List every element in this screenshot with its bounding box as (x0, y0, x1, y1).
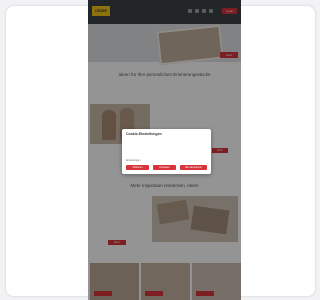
customize-button-label: Anpassen (159, 166, 170, 169)
settings-link[interactable]: Einstellungen (126, 159, 140, 162)
reject-button[interactable]: Ablehnen (126, 165, 149, 170)
accept-all-button-label: Alle akzeptieren (184, 166, 202, 169)
cookie-consent-dialog: Cookie-Einstellungen Einstellungen Ableh… (122, 129, 211, 174)
customize-button[interactable]: Anpassen (153, 165, 176, 170)
accept-all-button[interactable]: Alle akzeptieren (180, 165, 207, 170)
dialog-title: Cookie-Einstellungen (126, 132, 162, 136)
reject-button-label: Ablehnen (132, 166, 143, 169)
